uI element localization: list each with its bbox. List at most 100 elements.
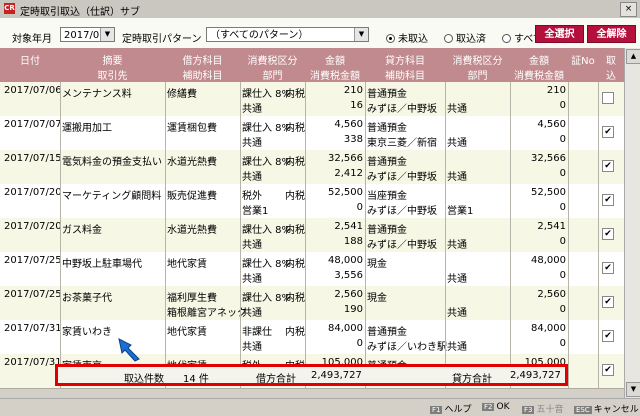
radio-imported[interactable]: 取込済 bbox=[444, 30, 486, 45]
close-button[interactable]: × bbox=[620, 2, 637, 17]
import-checkbox[interactable]: ✔ bbox=[602, 228, 614, 240]
table-row[interactable]: 2017/07/25 お茶菓子代 福利厚生費 箱根離宮アネック 課仕入 8% 内税 共通 2,… bbox=[0, 286, 624, 321]
cell-d-amt: 4,560 bbox=[334, 119, 363, 130]
import-checkbox[interactable]: ✔ bbox=[602, 160, 614, 172]
column-divider bbox=[568, 82, 569, 116]
column-divider bbox=[240, 184, 241, 218]
column-divider bbox=[445, 320, 446, 354]
cell-c-taxamt: 0 bbox=[559, 338, 566, 349]
column-divider bbox=[365, 184, 366, 218]
import-checkbox[interactable] bbox=[602, 92, 614, 104]
column-divider bbox=[568, 184, 569, 218]
cell-d-taxamt: 16 bbox=[350, 100, 363, 111]
cell-c-sub: みずほ／中野坂 bbox=[367, 104, 437, 115]
cell-d-taxamt: 0 bbox=[356, 202, 363, 213]
chevron-down-icon[interactable]: ▼ bbox=[100, 28, 114, 41]
cell-date: 2017/07/15 bbox=[4, 153, 62, 164]
import-checkbox[interactable]: ✔ bbox=[602, 330, 614, 342]
column-divider bbox=[240, 218, 241, 252]
pattern-value: （すべてのパターン） bbox=[210, 30, 309, 41]
cell-d-tax: 課仕入 8% bbox=[242, 259, 292, 270]
column-divider bbox=[568, 354, 569, 388]
import-checkbox[interactable]: ✔ bbox=[602, 364, 614, 376]
annotation-arrow-icon bbox=[116, 336, 142, 365]
column-divider bbox=[305, 150, 306, 184]
column-divider bbox=[305, 184, 306, 218]
vertical-scrollbar[interactable]: ▲ ▼ bbox=[624, 48, 640, 398]
column-divider bbox=[568, 218, 569, 252]
year-month-select[interactable]: 2017/07 ▼ bbox=[60, 27, 115, 42]
import-checkbox[interactable]: ✔ bbox=[602, 296, 614, 308]
cell-c-dept: 共通 bbox=[447, 240, 467, 251]
cell-summary: お茶菓子代 bbox=[62, 293, 112, 304]
table-row[interactable]: 2017/07/20 マーケティング顧問料 販売促進費 税外 内税 営業1 52,500 0 当… bbox=[0, 184, 624, 219]
column-divider bbox=[598, 184, 599, 218]
app-icon: CR bbox=[4, 3, 15, 14]
import-checkbox[interactable]: ✔ bbox=[602, 126, 614, 138]
column-divider bbox=[240, 150, 241, 184]
cell-d-dept: 共通 bbox=[242, 308, 262, 319]
column-divider bbox=[165, 116, 166, 150]
count-value: 14 件 bbox=[183, 374, 209, 385]
f1-help[interactable]: F1 ヘルプ bbox=[430, 402, 472, 415]
f2-ok[interactable]: F2 OK bbox=[482, 402, 509, 412]
key-badge: F2 bbox=[482, 403, 495, 411]
column-divider bbox=[510, 286, 511, 320]
column-divider bbox=[568, 320, 569, 354]
column-divider bbox=[598, 116, 599, 150]
column-divider bbox=[598, 286, 599, 320]
deselect-all-button[interactable]: 全解除 bbox=[587, 25, 636, 43]
scroll-down-icon[interactable]: ▼ bbox=[626, 382, 640, 397]
radio-icon bbox=[444, 34, 453, 43]
table-row[interactable]: 2017/07/07 運搬用加工 運賃梱包費 課仕入 8% 内税 共通 4,560 338 普通… bbox=[0, 116, 624, 151]
cell-c-dept: 共通 bbox=[447, 342, 467, 353]
column-divider bbox=[240, 116, 241, 150]
title-bar: CR 定時取引取込（仕訳）サブ × bbox=[0, 0, 640, 19]
cell-d-dept: 共通 bbox=[242, 342, 262, 353]
f3-kana[interactable]: F3 五十音 bbox=[522, 402, 564, 415]
select-all-button[interactable]: 全選択 bbox=[535, 25, 584, 43]
cell-c-sub: みずほ／中野坂 bbox=[367, 240, 437, 251]
table-row[interactable]: 2017/07/31 家賃いわき 地代家賃 非課仕 内税 共通 84,000 0 普通預金 みずほ… bbox=[0, 320, 624, 355]
column-divider bbox=[510, 320, 511, 354]
column-divider bbox=[598, 218, 599, 252]
table-row[interactable]: 2017/07/20 ガス料金 水道光熱費 課仕入 8% 内税 共通 2,541 188 普通預… bbox=[0, 218, 624, 253]
column-divider bbox=[60, 218, 61, 252]
cell-d-taxamt: 338 bbox=[343, 134, 363, 145]
cell-c-amt: 84,000 bbox=[531, 323, 566, 334]
radio-not-imported[interactable]: 未取込 bbox=[386, 30, 428, 45]
column-divider bbox=[510, 184, 511, 218]
cell-d-dept: 共通 bbox=[242, 274, 262, 285]
column-divider bbox=[598, 150, 599, 184]
table-row[interactable]: 2017/07/25 中野坂上駐車場代 地代家賃 課仕入 8% 内税 共通 48,000 3,… bbox=[0, 252, 624, 287]
cell-c-amt: 48,000 bbox=[531, 255, 566, 266]
column-divider bbox=[165, 320, 166, 354]
column-divider bbox=[365, 82, 366, 116]
cell-d-tax: 課仕入 8% bbox=[242, 123, 292, 134]
table-row[interactable]: 2017/07/15 電気料金の預金支払い 水道光熱費 課仕入 8% 内税 共通 32,56… bbox=[0, 150, 624, 185]
column-divider bbox=[165, 150, 166, 184]
column-divider bbox=[568, 116, 569, 150]
table-row[interactable]: 2017/07/06 メンテナンス料 修繕費 課仕入 8% 内税 共通 210 16 普通預金み… bbox=[0, 82, 624, 117]
cell-summary: メンテナンス料 bbox=[62, 89, 132, 100]
header-debit-amount: 金額 bbox=[325, 56, 345, 67]
cell-c-amt: 2,541 bbox=[537, 221, 566, 232]
cell-d-taxamt: 190 bbox=[343, 304, 363, 315]
esc-cancel[interactable]: ESC キャンセル bbox=[574, 402, 639, 415]
cell-c-amt: 2,560 bbox=[537, 289, 566, 300]
column-divider bbox=[60, 184, 61, 218]
import-checkbox[interactable]: ✔ bbox=[602, 262, 614, 274]
pattern-select[interactable]: （すべてのパターン） ▼ bbox=[206, 27, 369, 42]
chevron-down-icon[interactable]: ▼ bbox=[354, 28, 368, 41]
column-divider bbox=[568, 252, 569, 286]
count-label: 取込件数 bbox=[124, 374, 164, 385]
column-divider bbox=[60, 320, 61, 354]
cell-summary: 家賃いわき bbox=[62, 327, 112, 338]
scroll-up-icon[interactable]: ▲ bbox=[626, 49, 640, 64]
cell-d-dept: 共通 bbox=[242, 104, 262, 115]
import-checkbox[interactable]: ✔ bbox=[602, 194, 614, 206]
column-divider bbox=[365, 150, 366, 184]
radio-label: 未取込 bbox=[398, 34, 428, 45]
column-divider bbox=[60, 150, 61, 184]
column-divider bbox=[510, 252, 511, 286]
